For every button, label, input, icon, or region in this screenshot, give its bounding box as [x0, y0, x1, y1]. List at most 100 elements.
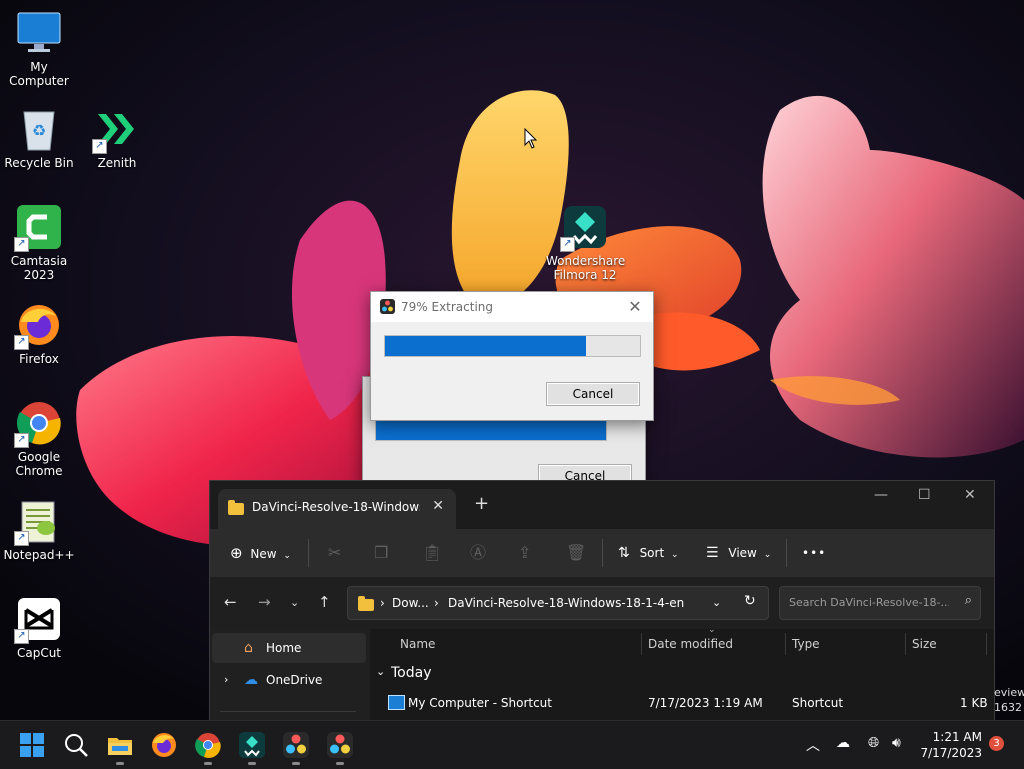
- onedrive-cloud-icon: ☁: [244, 672, 258, 688]
- recycle-bin-icon: ♻: [16, 106, 62, 152]
- close-window-button[interactable]: ✕: [964, 487, 976, 503]
- taskbar-davinci-resolve-2[interactable]: [326, 731, 354, 765]
- delete-icon[interactable]: 🗑︎: [566, 529, 586, 577]
- extract-dialog: 79% Extracting ✕ Cancel: [370, 291, 654, 421]
- desktop-icon-camtasia[interactable]: ↗ Camtasia 2023: [1, 204, 77, 282]
- address-bar[interactable]: › Dow... › DaVinci-Resolve-18-Windows-18…: [347, 586, 769, 620]
- dialog-title: 79% Extracting: [401, 300, 494, 314]
- taskbar-filmora[interactable]: [238, 731, 266, 765]
- desktop-icon-capcut[interactable]: ↗ CapCut: [1, 596, 77, 660]
- desktop-icon-filmora[interactable]: ↗ Wondershare Filmora 12: [546, 204, 625, 282]
- clock-date: 7/17/2023: [920, 746, 982, 760]
- explorer-tab-title: DaVinci-Resolve-18-Windows-18-1-4-en: [252, 500, 420, 514]
- nav-item-home-label: Home: [266, 641, 302, 655]
- taskbar-chrome[interactable]: [194, 731, 222, 765]
- desktop-icon-label: Google Chrome: [15, 450, 63, 478]
- plus-circle-icon: ⊕: [230, 544, 243, 562]
- shortcut-arrow-icon: ↗: [14, 531, 29, 546]
- minimize-button[interactable]: —: [874, 487, 888, 503]
- chrome-icon: ↗: [14, 400, 62, 448]
- folder-icon: [358, 596, 374, 611]
- shortcut-arrow-icon: ↗: [560, 237, 575, 252]
- desktop-icon-label: My Computer: [9, 60, 69, 88]
- chrome-icon: [195, 733, 221, 758]
- more-options-button[interactable]: •••: [802, 529, 826, 577]
- desktop-icon-google-chrome[interactable]: ↗ Google Chrome: [1, 400, 77, 478]
- search-icon: ⌕: [964, 593, 972, 608]
- desktop-icon-notepadpp[interactable]: ↗ Notepad++: [1, 498, 77, 562]
- filmora-icon: [239, 732, 265, 758]
- refresh-icon[interactable]: ↻: [744, 593, 756, 609]
- new-tab-button[interactable]: +: [474, 493, 489, 514]
- breadcrumb-current-folder[interactable]: DaVinci-Resolve-18-Windows-18-1-4-en: [448, 596, 684, 610]
- filmora-icon: ↗: [560, 204, 608, 252]
- row-name: My Computer - Shortcut: [408, 696, 552, 710]
- taskbar-file-explorer[interactable]: [106, 731, 134, 765]
- folder-icon: [228, 500, 244, 515]
- desktop-icon-my-computer[interactable]: My Computer: [1, 10, 77, 88]
- explorer-tab[interactable]: DaVinci-Resolve-18-Windows-18-1-4-en ✕: [218, 489, 456, 529]
- recent-chevron-icon[interactable]: ⌄: [290, 596, 299, 609]
- address-row: ← → ⌄ ↑ › Dow... › DaVinci-Resolve-18-Wi…: [210, 577, 994, 629]
- cloud-offline-icon[interactable]: ☁: [836, 735, 850, 751]
- shortcut-file-icon: [388, 695, 405, 710]
- start-button[interactable]: [18, 731, 46, 759]
- windows-logo-icon: [20, 733, 44, 757]
- davinci-resolve-icon: [327, 732, 353, 758]
- search-input[interactable]: Search DaVinci-Resolve-18-...: [789, 596, 949, 609]
- taskbar-firefox[interactable]: [150, 731, 178, 759]
- show-hidden-icons-chevron[interactable]: ︿: [806, 735, 820, 755]
- davinci-resolve-icon: [283, 732, 309, 758]
- nav-item-onedrive[interactable]: › ☁ OneDrive: [212, 665, 366, 695]
- rename-icon[interactable]: Ⓐ: [470, 529, 486, 577]
- file-list: Name Date modified ⌄ Type Size ⌄ Today M…: [370, 625, 994, 721]
- monitor-icon: [16, 10, 62, 56]
- expand-chevron-icon[interactable]: ›: [224, 665, 228, 695]
- cancel-button[interactable]: Cancel: [546, 382, 640, 406]
- mouse-cursor-icon: [524, 128, 538, 149]
- copy-icon[interactable]: ❐: [374, 529, 388, 577]
- network-globe-icon[interactable]: 🌐︎: [868, 735, 879, 751]
- volume-icon[interactable]: 🔊︎: [892, 735, 901, 751]
- share-icon[interactable]: ⇪: [518, 529, 531, 577]
- back-arrow-icon[interactable]: ←: [224, 593, 237, 611]
- search-button[interactable]: [62, 731, 90, 759]
- row-date: 7/17/2023 1:19 AM: [648, 696, 763, 710]
- camtasia-icon: ↗: [14, 204, 62, 252]
- desktop-icon-label: Firefox: [19, 352, 59, 366]
- new-button[interactable]: ⊕ New ⌄: [230, 529, 291, 577]
- explorer-tab-bar: DaVinci-Resolve-18-Windows-18-1-4-en ✕ +…: [210, 481, 994, 529]
- address-dropdown-icon[interactable]: ⌄: [712, 596, 721, 609]
- desktop-icon-firefox[interactable]: ↗ Firefox: [1, 302, 77, 366]
- search-box[interactable]: Search DaVinci-Resolve-18-... ⌕: [779, 586, 981, 620]
- row-type: Shortcut: [792, 696, 844, 710]
- desktop-icon-recycle-bin[interactable]: ♻ Recycle Bin: [1, 106, 77, 170]
- maximize-button[interactable]: ☐: [918, 487, 931, 503]
- dialog-close-button[interactable]: ✕: [625, 292, 645, 322]
- clock[interactable]: 1:21 AM 7/17/2023: [920, 729, 982, 761]
- desktop-icon-label: Camtasia 2023: [10, 254, 68, 282]
- sort-button[interactable]: ⇅ Sort ⌄: [618, 529, 679, 577]
- table-row[interactable]: My Computer - Shortcut 7/17/2023 1:19 AM…: [370, 629, 994, 721]
- view-button[interactable]: ☰ View ⌄: [706, 529, 771, 577]
- tab-close-icon[interactable]: ✕: [432, 498, 444, 514]
- sort-button-label: Sort: [639, 546, 665, 560]
- up-arrow-icon[interactable]: ↑: [318, 593, 331, 611]
- nav-item-home[interactable]: ⌂ Home: [212, 633, 366, 663]
- notification-badge[interactable]: 3: [989, 736, 1004, 751]
- paste-icon[interactable]: 📋︎: [422, 529, 442, 577]
- shortcut-arrow-icon: ↗: [14, 237, 29, 252]
- navigation-pane: ⌂ Home › ☁ OneDrive: [210, 629, 370, 721]
- sort-icon: ⇅: [618, 545, 630, 561]
- forward-arrow-icon[interactable]: →: [258, 593, 271, 611]
- explorer-command-bar: ⊕ New ⌄ ✂ ❐ 📋︎ Ⓐ ⇪ 🗑︎ ⇅ Sort ⌄ ☰ View ⌄ …: [210, 529, 994, 577]
- svg-text:♻: ♻: [32, 121, 46, 140]
- breadcrumb-downloads[interactable]: Dow...: [392, 596, 429, 610]
- taskbar-davinci-resolve[interactable]: [282, 731, 310, 765]
- chevron-down-icon: ⌄: [671, 550, 679, 560]
- address-chevron-icon: ›: [380, 596, 385, 610]
- shortcut-arrow-icon: ↗: [14, 629, 29, 644]
- desktop-icon-zenith[interactable]: ↗ Zenith: [79, 106, 155, 170]
- cut-icon[interactable]: ✂: [328, 529, 341, 577]
- desktop-icon-label: Recycle Bin: [4, 156, 74, 170]
